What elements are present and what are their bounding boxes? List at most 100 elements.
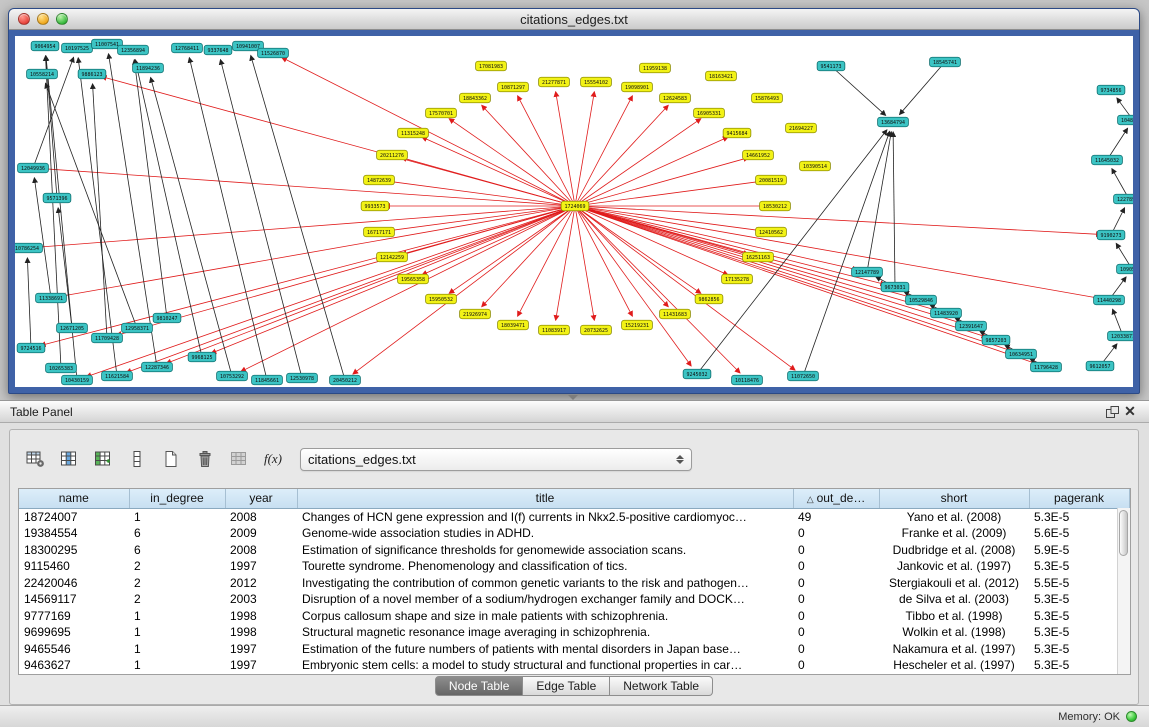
graph-edge[interactable] (575, 206, 691, 366)
table-row[interactable]: 1830029562008Estimation of significance … (19, 542, 1129, 559)
graph-node[interactable]: 9810247 (153, 313, 181, 323)
graph-edge[interactable] (575, 206, 701, 293)
graph-node[interactable]: 10265383 (46, 363, 77, 373)
graph-node[interactable]: 11072650 (788, 371, 819, 381)
graph-node[interactable]: 10905617 (1117, 264, 1133, 274)
graph-node[interactable]: 11315248 (398, 128, 429, 138)
graph-node[interactable]: 11959138 (640, 63, 671, 73)
table-selector-dropdown[interactable]: citations_edges.txt (300, 448, 692, 471)
graph-edge[interactable] (117, 206, 575, 335)
table-row[interactable]: 1456911722003Disruption of a novel membe… (19, 591, 1129, 608)
graph-edge[interactable] (556, 92, 575, 206)
graph-node[interactable]: 12958371 (122, 323, 153, 333)
graph-node[interactable]: 12278945 (1114, 194, 1133, 204)
zoom-window-button[interactable] (56, 13, 68, 25)
import-table-button[interactable] (226, 447, 252, 471)
graph-node[interactable]: 10197525 (62, 43, 93, 53)
graph-node[interactable]: 19098901 (622, 82, 653, 92)
graph-node[interactable]: 9886123 (78, 69, 106, 79)
graph-node[interactable]: 21926974 (460, 309, 491, 319)
graph-node[interactable]: 18545741 (930, 57, 961, 67)
graph-node[interactable]: 10390514 (800, 161, 831, 171)
table-row[interactable]: 946554611997Estimation of the future num… (19, 641, 1129, 658)
graph-node[interactable]: 20450212 (330, 375, 361, 385)
graph-node[interactable]: 16251163 (743, 252, 774, 262)
graph-node[interactable]: 12768411 (172, 43, 203, 53)
column-header-title[interactable]: title (297, 489, 793, 508)
graph-edge[interactable] (575, 206, 1037, 364)
graph-node[interactable]: 21277871 (539, 77, 570, 87)
graph-node[interactable]: 18039471 (498, 320, 529, 330)
graph-edge[interactable] (27, 258, 31, 348)
graph-node[interactable]: 15554102 (581, 77, 612, 87)
table-row[interactable]: 2242004622012Investigating the contribut… (19, 575, 1129, 592)
graph-edge[interactable] (86, 206, 575, 377)
graph-node[interactable]: 12142259 (377, 252, 408, 262)
graph-node[interactable]: 10753292 (217, 371, 248, 381)
column-header-outde[interactable]: △out_de… (793, 489, 879, 508)
graph-node[interactable]: 15950532 (426, 294, 457, 304)
graph-node[interactable]: 17135278 (722, 274, 753, 284)
graph-node[interactable]: 16905331 (694, 108, 725, 118)
graph-node[interactable]: 9064954 (31, 41, 59, 51)
graph-node[interactable]: 10430159 (62, 375, 93, 385)
graph-edge[interactable] (518, 96, 575, 206)
graph-node[interactable]: 9724516 (17, 343, 45, 353)
graph-edge[interactable] (43, 169, 575, 206)
edit-table-button[interactable] (90, 447, 116, 471)
graph-edge[interactable] (102, 77, 575, 206)
column-header-pagerank[interactable]: pagerank (1029, 489, 1129, 508)
graph-node[interactable]: 20211276 (377, 150, 408, 160)
graph-node[interactable]: 9571396 (43, 193, 71, 203)
graph-node[interactable]: 9857203 (982, 335, 1010, 345)
graph-node[interactable]: 11645032 (1092, 155, 1123, 165)
graph-node[interactable]: 9734856 (1097, 85, 1125, 95)
graph-node[interactable]: 10118476 (732, 375, 763, 385)
column-header-short[interactable]: short (879, 489, 1029, 508)
graph-edge[interactable] (109, 54, 157, 367)
graph-edge[interactable] (126, 206, 575, 373)
graph-node[interactable]: 9541173 (817, 61, 845, 71)
graph-node[interactable]: 15876493 (752, 93, 783, 103)
table-mode-button[interactable] (22, 447, 48, 471)
table-scrollbar[interactable] (1117, 508, 1130, 674)
table-row[interactable]: 977716911998Corpus callosum shape and si… (19, 608, 1129, 625)
graph-node[interactable]: 17081983 (476, 61, 507, 71)
graph-node[interactable]: 12049936 (18, 163, 49, 173)
table-row[interactable]: 969969511998Structural magnetic resonanc… (19, 624, 1129, 641)
graph-edge[interactable] (575, 92, 594, 206)
tab-edge-table[interactable]: Edge Table (523, 676, 610, 696)
graph-edge[interactable] (556, 206, 575, 320)
graph-edge[interactable] (61, 206, 575, 296)
graph-node[interactable]: 17570701 (426, 108, 457, 118)
graph-node[interactable]: 10786254 (15, 243, 42, 253)
graph-node[interactable]: 9245032 (683, 369, 711, 379)
graph-node[interactable]: 9190273 (1097, 230, 1125, 240)
graph-edge[interactable] (575, 119, 701, 206)
graph-edge[interactable] (93, 84, 107, 338)
graph-edge[interactable] (189, 58, 267, 380)
delete-table-button[interactable] (192, 447, 218, 471)
graph-edge[interactable] (151, 78, 232, 376)
graph-node[interactable]: 11483920 (931, 308, 962, 318)
close-window-button[interactable] (18, 13, 30, 25)
graph-edge[interactable] (134, 60, 167, 318)
graph-edge[interactable] (575, 158, 748, 206)
graph-node[interactable]: 11440298 (1094, 295, 1125, 305)
table-row[interactable]: 1872400712008Changes of HCN gene express… (19, 508, 1129, 525)
graph-node[interactable]: 13684794 (878, 117, 909, 127)
graph-node[interactable]: 18530212 (760, 201, 791, 211)
graph-node[interactable]: 11621584 (102, 371, 133, 381)
graph-node[interactable]: 11796428 (1031, 362, 1062, 372)
graph-node[interactable]: 10634951 (1006, 349, 1037, 359)
graph-edge[interactable] (900, 62, 945, 114)
graph-edge[interactable] (449, 119, 575, 206)
graph-edge[interactable] (893, 132, 895, 287)
graph-edge[interactable] (518, 206, 575, 316)
graph-node[interactable]: 10529846 (906, 295, 937, 305)
graph-node[interactable]: 14872639 (364, 175, 395, 185)
graph-edge[interactable] (575, 206, 986, 337)
graph-edge[interactable] (575, 105, 668, 206)
graph-edge[interactable] (575, 96, 632, 206)
graph-node[interactable]: 12530978 (287, 373, 318, 383)
